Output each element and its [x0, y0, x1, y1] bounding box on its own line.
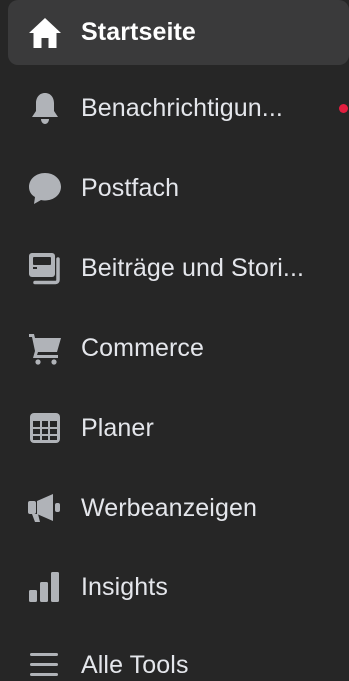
nav-label-postfach: Postfach	[81, 173, 180, 202]
nav-label-commerce: Commerce	[81, 333, 205, 362]
cart-icon	[25, 328, 65, 368]
nav-label-benachrichtigungen: Benachrichtigun...	[81, 93, 283, 122]
nav-item-postfach[interactable]: Postfach	[8, 153, 349, 223]
bar-chart-icon	[25, 567, 65, 607]
nav-item-werbeanzeigen[interactable]: Werbeanzeigen	[8, 473, 349, 543]
menu-lines-icon	[25, 645, 65, 681]
nav-item-insights[interactable]: Insights	[8, 552, 349, 622]
nav-item-alle-tools[interactable]: Alle Tools	[8, 630, 349, 681]
notification-dot	[339, 103, 348, 113]
nav-label-insights: Insights	[81, 572, 168, 601]
calendar-grid-icon	[25, 408, 65, 448]
nav-item-commerce[interactable]: Commerce	[8, 313, 349, 383]
nav-label-alle-tools: Alle Tools	[81, 650, 189, 679]
megaphone-icon	[25, 488, 65, 528]
nav-label-beitraege-stories: Beiträge und Stori...	[81, 253, 305, 282]
nav-item-startseite[interactable]: Startseite	[8, 0, 349, 65]
home-icon	[25, 13, 65, 53]
nav-label-werbeanzeigen: Werbeanzeigen	[81, 493, 257, 522]
sidebar-nav: Startseite Benachrichtigun... Postfach B…	[0, 0, 349, 681]
nav-item-benachrichtigungen[interactable]: Benachrichtigun...	[8, 73, 349, 143]
nav-label-startseite: Startseite	[81, 18, 196, 46]
chat-bubble-icon	[25, 168, 65, 208]
nav-item-planer[interactable]: Planer	[8, 393, 349, 463]
nav-label-planer: Planer	[81, 413, 154, 442]
posts-stories-icon	[25, 248, 65, 288]
nav-item-beitraege-stories[interactable]: Beiträge und Stori...	[8, 233, 349, 303]
bell-icon	[25, 88, 65, 128]
